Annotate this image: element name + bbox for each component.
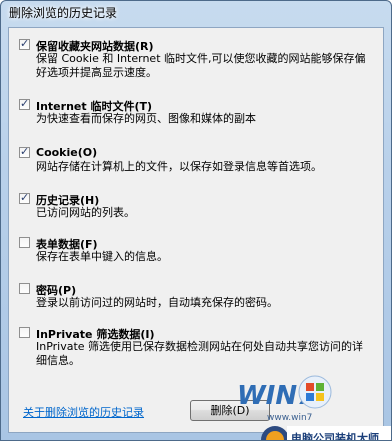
windows-flag-icon xyxy=(298,375,332,409)
option-form-data[interactable]: 表单数据(F) 保存在表单中键入的信息。 xyxy=(19,236,373,266)
option-description: 登录以前访问过的网站时，自动填充保存的密码。 xyxy=(36,296,278,309)
checkmark-icon: ✓ xyxy=(20,37,30,50)
option-cookies[interactable]: ✓ Cookie(O) 网站存储在计算机上的文件，以保存如登录信息等首选项。 xyxy=(19,145,373,176)
checkbox-form-data[interactable] xyxy=(19,237,30,248)
option-temp-files[interactable]: ✓ Internet 临时文件(T) 为快速查看而保存的网页、图像和媒体的副本 xyxy=(19,97,373,128)
checkbox-inprivate-filtering[interactable] xyxy=(19,327,30,338)
option-description: 已访问网站的列表。 xyxy=(36,206,135,219)
about-delete-history-link[interactable]: 关于删除浏览的历史记录 xyxy=(23,404,144,420)
option-description: 保存在表单中键入的信息。 xyxy=(36,250,168,263)
delete-history-dialog: 删除浏览的历史记录 ✓ 保留收藏夹网站数据(R) 保留 Cookie 和 Int… xyxy=(0,0,392,441)
checkmark-icon: ✓ xyxy=(20,191,30,204)
watermark-right-text: 电脑公司装机大师 xyxy=(291,431,379,441)
checkbox-temp-files[interactable]: ✓ xyxy=(19,97,30,110)
option-passwords[interactable]: 密码(P) 登录以前访问过的网站时，自动填充保存的密码。 xyxy=(19,282,373,312)
window-title: 删除浏览的历史记录 xyxy=(9,6,118,20)
watermark-site: www.win7 xyxy=(267,413,312,423)
watermark-logo: WIN7 www.win7 电脑公司装机大师 WWW.DNGSOS.COM xyxy=(237,375,391,441)
option-description: 网站存储在计算机上的文件，以保存如登录信息等首选项。 xyxy=(36,160,322,173)
checkbox-passwords[interactable] xyxy=(19,283,30,294)
option-history[interactable]: ✓ 历史记录(H) 已访问网站的列表。 xyxy=(19,191,373,222)
option-preserve-favorites[interactable]: ✓ 保留收藏夹网站数据(R) 保留 Cookie 和 Internet 临时文件… xyxy=(19,37,373,82)
checkbox-cookies[interactable]: ✓ xyxy=(19,145,30,158)
dialog-body: ✓ 保留收藏夹网站数据(R) 保留 Cookie 和 Internet 临时文件… xyxy=(8,27,391,440)
checkbox-preserve-favorites[interactable]: ✓ xyxy=(19,37,30,50)
checkmark-icon: ✓ xyxy=(20,97,30,110)
checkmark-icon: ✓ xyxy=(20,145,30,158)
option-label: Cookie(O) xyxy=(36,146,98,159)
option-description: 为快速查看而保存的网页、图像和媒体的副本 xyxy=(36,112,256,125)
checkbox-history[interactable]: ✓ xyxy=(19,191,30,204)
option-description: 保留 Cookie 和 Internet 临时文件,可以使您收藏的网站能够保存偏… xyxy=(36,52,366,79)
corner-logo: 电脑公司装机大师 WWW.DNGSOS.COM xyxy=(261,426,391,441)
